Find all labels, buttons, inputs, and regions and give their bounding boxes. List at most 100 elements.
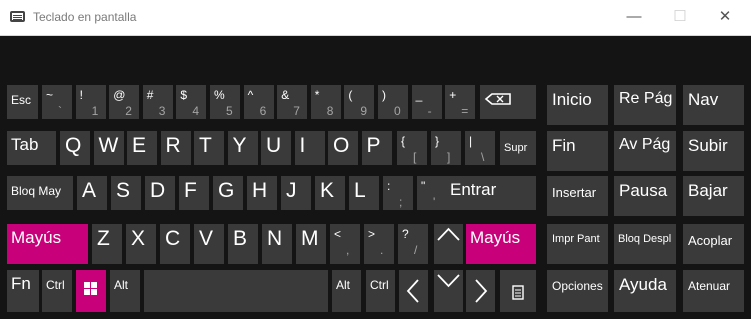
key-d[interactable]: D — [145, 176, 175, 210]
maximize-button[interactable]: ☐ — [666, 6, 694, 28]
key-alt-right[interactable]: Alt — [332, 270, 361, 312]
key-pausa[interactable]: Pausa — [614, 176, 676, 216]
key-opciones[interactable]: Opciones — [547, 270, 608, 312]
key-f[interactable]: F — [179, 176, 209, 210]
key-9[interactable]: (9 — [344, 85, 375, 119]
key-4[interactable]: $4 — [176, 85, 207, 119]
key-shift-symbol: ^ — [247, 88, 254, 102]
key-av-pag[interactable]: Av Pág — [614, 131, 676, 171]
key-bloq-may[interactable]: Bloq May — [7, 176, 73, 210]
key-arrow-right[interactable] — [466, 270, 495, 312]
key-c[interactable]: C — [160, 224, 190, 264]
key-comma[interactable]: <, — [330, 224, 360, 264]
key-backspace[interactable] — [480, 85, 536, 119]
key-v[interactable]: V — [194, 224, 224, 264]
key-\[interactable]: | \ — [465, 131, 495, 165]
key-arrow-up[interactable] — [434, 224, 463, 264]
key-shift-symbol: : — [387, 179, 391, 193]
key-e[interactable]: E — [127, 131, 157, 165]
key-entrar[interactable]: Entrar — [446, 176, 536, 210]
key-fn[interactable]: Fn — [7, 270, 39, 312]
key-insertar[interactable]: Insertar — [547, 176, 608, 216]
key-0[interactable]: ) 0 — [378, 85, 408, 119]
key-3[interactable]: #3 — [142, 85, 173, 119]
key-b[interactable]: B — [228, 224, 258, 264]
key-x[interactable]: X — [126, 224, 156, 264]
key-k[interactable]: K — [315, 176, 345, 210]
key-h[interactable]: H — [247, 176, 277, 210]
key-shift-symbol: @ — [113, 88, 126, 102]
key--[interactable]: _ - — [411, 85, 442, 119]
key-arrow-down[interactable] — [434, 270, 463, 312]
key-semicolon[interactable]: :; — [383, 176, 413, 210]
key-label: O — [333, 134, 350, 157]
key-1[interactable]: ! 1 — [75, 85, 106, 119]
key-tab[interactable]: Tab — [7, 131, 56, 165]
keyboard: Esc Tab Supr Bloq May Entrar Mayús Mayús… — [0, 36, 751, 319]
key-y[interactable]: Y — [227, 131, 258, 165]
key-mayus-left[interactable]: Mayús — [7, 224, 88, 264]
key-acoplar[interactable]: Acoplar — [683, 224, 744, 264]
key-alt-left[interactable]: Alt — [110, 270, 140, 312]
key-r[interactable]: R — [160, 131, 191, 165]
key-slash[interactable]: ? / — [398, 224, 428, 264]
key-5[interactable]: % 5 — [210, 85, 240, 119]
backspace-icon — [484, 93, 511, 105]
key-s[interactable]: S — [111, 176, 141, 210]
key-base-symbol: 2 — [125, 104, 132, 118]
key-u[interactable]: U — [261, 131, 291, 165]
key-o[interactable]: O — [328, 131, 358, 165]
key-z[interactable]: Z — [92, 224, 122, 264]
key-`[interactable]: ~ ` — [42, 85, 72, 119]
key-windows[interactable] — [76, 270, 106, 312]
key-j[interactable]: J — [281, 176, 311, 210]
key-bajar[interactable]: Bajar — [683, 176, 744, 216]
close-button[interactable]: ✕ — [711, 6, 739, 28]
key-mayus-right[interactable]: Mayús — [466, 224, 536, 264]
key-i[interactable]: I — [294, 131, 325, 165]
key-label: K — [320, 179, 335, 202]
minimize-button[interactable]: — — [620, 6, 648, 28]
key-ctrl-right[interactable]: Ctrl — [366, 270, 395, 312]
key-label: Mayús — [11, 228, 62, 247]
key-l[interactable]: L — [349, 176, 379, 210]
key-=[interactable]: + = — [445, 85, 476, 119]
key-subir[interactable]: Subir — [683, 131, 744, 171]
key-nav[interactable]: Nav — [683, 85, 744, 125]
key-atenuar[interactable]: Atenuar — [683, 270, 744, 312]
key-supr[interactable]: Supr — [500, 131, 536, 165]
key-arrow-left[interactable] — [399, 270, 428, 312]
key-[[interactable]: {[ — [397, 131, 427, 165]
key-label: Inicio — [552, 90, 592, 109]
key-8[interactable]: * 8 — [310, 85, 341, 119]
arrow-down-icon — [437, 274, 460, 288]
key-a[interactable]: A — [77, 176, 107, 210]
key-menu[interactable] — [500, 270, 536, 312]
key-ayuda[interactable]: Ayuda — [614, 270, 676, 312]
key-shift-symbol: _ — [415, 88, 423, 102]
key-period[interactable]: >. — [364, 224, 394, 264]
key-t[interactable]: T — [194, 131, 224, 165]
key-shift-symbol: ? — [402, 227, 409, 241]
key-g[interactable]: G — [213, 176, 243, 210]
key-re-pag[interactable]: Re Pág — [614, 85, 676, 125]
key-p[interactable]: P — [361, 131, 392, 165]
key-impr-pant[interactable]: Impr Pant — [547, 224, 608, 264]
key-fin[interactable]: Fin — [547, 131, 608, 171]
key-label: Av Pág — [619, 136, 671, 153]
key-inicio[interactable]: Inicio — [547, 85, 608, 125]
key-n[interactable]: N — [262, 224, 292, 264]
key-ctrl-left[interactable]: Ctrl — [42, 270, 72, 312]
key-7[interactable]: & 7 — [277, 85, 308, 119]
key-][interactable]: }] — [431, 131, 461, 165]
key-m[interactable]: M — [296, 224, 326, 264]
key-space[interactable] — [144, 270, 328, 312]
key-esc[interactable]: Esc — [7, 85, 38, 119]
key-w[interactable]: W — [93, 131, 124, 165]
key-2[interactable]: @2 — [109, 85, 140, 119]
key-bloq-despl[interactable]: Bloq Despl — [614, 224, 676, 264]
key-6[interactable]: ^ 6 — [243, 85, 274, 119]
key-label: Nav — [688, 90, 719, 109]
key-quote[interactable]: " ' — [417, 176, 447, 210]
key-q[interactable]: Q — [60, 131, 90, 165]
